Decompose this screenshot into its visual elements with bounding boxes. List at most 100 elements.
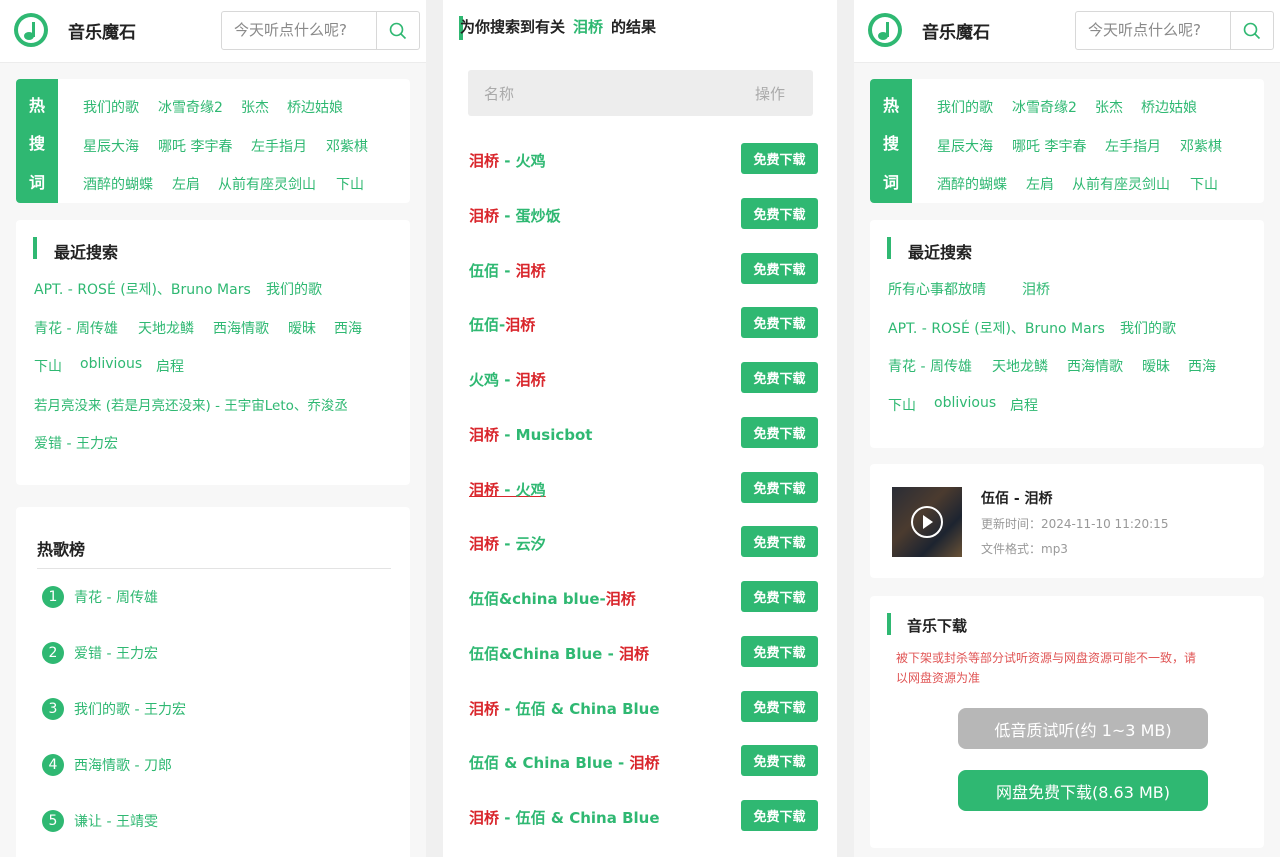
result-title[interactable]: 伍佰&China Blue - 泪桥 xyxy=(469,643,649,664)
result-title[interactable]: 伍佰 & China Blue - 泪桥 xyxy=(469,752,660,773)
search-input[interactable] xyxy=(1076,12,1228,47)
hot-word[interactable]: 从前有座灵剑山 xyxy=(218,174,316,194)
recent-item[interactable]: 下山 xyxy=(888,395,916,415)
recent-item[interactable]: 我们的歌 xyxy=(1120,318,1176,338)
recent-item[interactable]: 所有心事都放晴 xyxy=(888,279,986,299)
search-button[interactable] xyxy=(1230,12,1273,49)
hot-word[interactable]: 星辰大海 xyxy=(83,136,139,156)
search-box xyxy=(221,11,420,50)
hot-word[interactable]: 邓紫棋 xyxy=(326,136,368,156)
hot-word[interactable]: 左手指月 xyxy=(251,136,307,156)
result-title[interactable]: 伍佰-泪桥 xyxy=(469,314,535,335)
recent-item[interactable]: 泪桥 xyxy=(1022,279,1050,299)
free-download-button[interactable]: 免费下载 xyxy=(741,253,818,284)
recent-item[interactable]: 西海情歌 xyxy=(1067,356,1123,376)
hot-chart-item[interactable]: 西海情歌 - 刀郎 xyxy=(74,755,172,775)
result-title[interactable]: 泪桥 - Musicbot xyxy=(469,424,592,445)
right-panel: 音乐魔石 热 搜 词 我们的歌 冰雪奇缘2 张杰 桥边姑娘 星辰大海 哪吒 李宇… xyxy=(854,0,1280,857)
music-note-icon[interactable] xyxy=(14,13,48,47)
recent-item[interactable]: 启程 xyxy=(1010,395,1038,415)
recent-item[interactable]: APT. - ROSÉ (로제)、Bruno Mars xyxy=(888,318,1105,338)
hot-word[interactable]: 冰雪奇缘2 xyxy=(1012,97,1077,117)
free-download-button[interactable]: 免费下载 xyxy=(741,472,818,503)
hot-chart-item[interactable]: 爱错 - 王力宏 xyxy=(74,643,158,663)
header: 音乐魔石 xyxy=(0,0,426,63)
recent-item[interactable]: oblivious xyxy=(934,395,996,411)
free-download-button[interactable]: 免费下载 xyxy=(741,143,818,174)
free-download-button[interactable]: 免费下载 xyxy=(741,526,818,557)
header: 音乐魔石 xyxy=(854,0,1280,63)
hot-search-label: 热 搜 词 xyxy=(870,79,912,203)
result-title-segment: 泪桥 xyxy=(469,152,500,170)
hot-word[interactable]: 我们的歌 xyxy=(83,97,139,117)
hot-word[interactable]: 星辰大海 xyxy=(937,136,993,156)
result-title-segment: 伍佰 - xyxy=(469,262,516,280)
result-title-segment: 泪桥 xyxy=(469,426,500,444)
low-quality-preview-button[interactable]: 低音质试听(约 1~3 MB) xyxy=(958,708,1208,749)
free-download-button[interactable]: 免费下载 xyxy=(741,745,818,776)
hot-word[interactable]: 张杰 xyxy=(1095,97,1123,117)
music-note-icon[interactable] xyxy=(868,13,902,47)
hot-word[interactable]: 左肩 xyxy=(1026,174,1054,194)
search-button[interactable] xyxy=(376,12,419,49)
result-title[interactable]: 泪桥 - 蛋炒饭 xyxy=(469,205,561,226)
hot-word[interactable]: 桥边姑娘 xyxy=(1141,97,1197,117)
result-title[interactable]: 泪桥 - 云汐 xyxy=(469,533,546,554)
recent-item[interactable]: APT. - ROSÉ (로제)、Bruno Mars xyxy=(34,279,251,299)
hot-word[interactable]: 左手指月 xyxy=(1105,136,1161,156)
recent-item[interactable]: 青花 - 周传雄 xyxy=(888,356,972,376)
recent-item[interactable]: 若月亮没来 (若是月亮还没来) - 王宇宙Leto、乔浚丞 xyxy=(34,394,348,414)
recent-item[interactable]: 暧昧 xyxy=(1142,356,1170,376)
free-download-button[interactable]: 免费下载 xyxy=(741,362,818,393)
result-title[interactable]: 泪桥 - 伍佰 & China Blue xyxy=(469,698,660,719)
results-table-header: 名称 操作 xyxy=(468,70,813,116)
hot-word[interactable]: 下山 xyxy=(336,174,364,194)
free-download-button[interactable]: 免费下载 xyxy=(741,198,818,229)
rank-number: 4 xyxy=(42,754,64,776)
recent-item[interactable]: 启程 xyxy=(156,356,184,376)
recent-item[interactable]: 爱错 - 王力宏 xyxy=(34,433,118,453)
hot-word[interactable]: 酒醉的蝴蝶 xyxy=(937,174,1007,194)
result-title[interactable]: 泪桥 - 伍佰 & China Blue xyxy=(469,807,660,828)
free-download-button[interactable]: 免费下载 xyxy=(741,417,818,448)
hot-word[interactable]: 从前有座灵剑山 xyxy=(1072,174,1170,194)
free-download-button[interactable]: 免费下载 xyxy=(741,691,818,722)
result-title[interactable]: 泪桥 - 火鸡 xyxy=(469,479,546,500)
album-cover[interactable] xyxy=(892,487,962,557)
recent-item[interactable]: 我们的歌 xyxy=(266,279,322,299)
free-download-button[interactable]: 免费下载 xyxy=(741,581,818,612)
search-input[interactable] xyxy=(222,12,374,47)
recent-item[interactable]: 天地龙鳞 xyxy=(138,318,194,338)
recent-item[interactable]: 暧昧 xyxy=(288,318,316,338)
result-title[interactable]: 伍佰 - 泪桥 xyxy=(469,260,546,281)
result-title[interactable]: 伍佰&china blue-泪桥 xyxy=(469,588,636,609)
hot-word[interactable]: 下山 xyxy=(1190,174,1218,194)
hot-word[interactable]: 酒醉的蝴蝶 xyxy=(83,174,153,194)
recent-item[interactable]: 天地龙鳞 xyxy=(992,356,1048,376)
free-download-button[interactable]: 免费下载 xyxy=(741,800,818,831)
hot-word[interactable]: 冰雪奇缘2 xyxy=(158,97,223,117)
free-download-button[interactable]: 免费下载 xyxy=(741,636,818,667)
download-notice-line1: 被下架或封杀等部分试听资源与网盘资源可能不一致，请 xyxy=(896,651,1197,665)
hot-chart-item[interactable]: 谦让 - 王靖雯 xyxy=(74,811,158,831)
hot-word[interactable]: 我们的歌 xyxy=(937,97,993,117)
result-title[interactable]: 火鸡 - 泪桥 xyxy=(469,369,546,390)
recent-item[interactable]: 西海 xyxy=(334,318,362,338)
recent-item[interactable]: 下山 xyxy=(34,356,62,376)
recent-item[interactable]: 西海 xyxy=(1188,356,1216,376)
hot-word[interactable]: 桥边姑娘 xyxy=(287,97,343,117)
hot-word[interactable]: 张杰 xyxy=(241,97,269,117)
hot-chart-item[interactable]: 青花 - 周传雄 xyxy=(74,587,158,607)
result-title[interactable]: 泪桥 - 火鸡 xyxy=(469,150,546,171)
play-icon[interactable] xyxy=(911,506,943,538)
hot-chart-item[interactable]: 我们的歌 - 王力宏 xyxy=(74,699,186,719)
hot-word[interactable]: 邓紫棋 xyxy=(1180,136,1222,156)
recent-item[interactable]: 西海情歌 xyxy=(213,318,269,338)
recent-item[interactable]: oblivious xyxy=(80,356,142,372)
free-download-button[interactable]: 免费下载 xyxy=(741,307,818,338)
pan-download-button[interactable]: 网盘免费下载(8.63 MB) xyxy=(958,770,1208,811)
recent-item[interactable]: 青花 - 周传雄 xyxy=(34,318,118,338)
hot-word[interactable]: 哪吒 李宇春 xyxy=(1012,136,1086,156)
hot-word[interactable]: 哪吒 李宇春 xyxy=(158,136,232,156)
hot-word[interactable]: 左肩 xyxy=(172,174,200,194)
